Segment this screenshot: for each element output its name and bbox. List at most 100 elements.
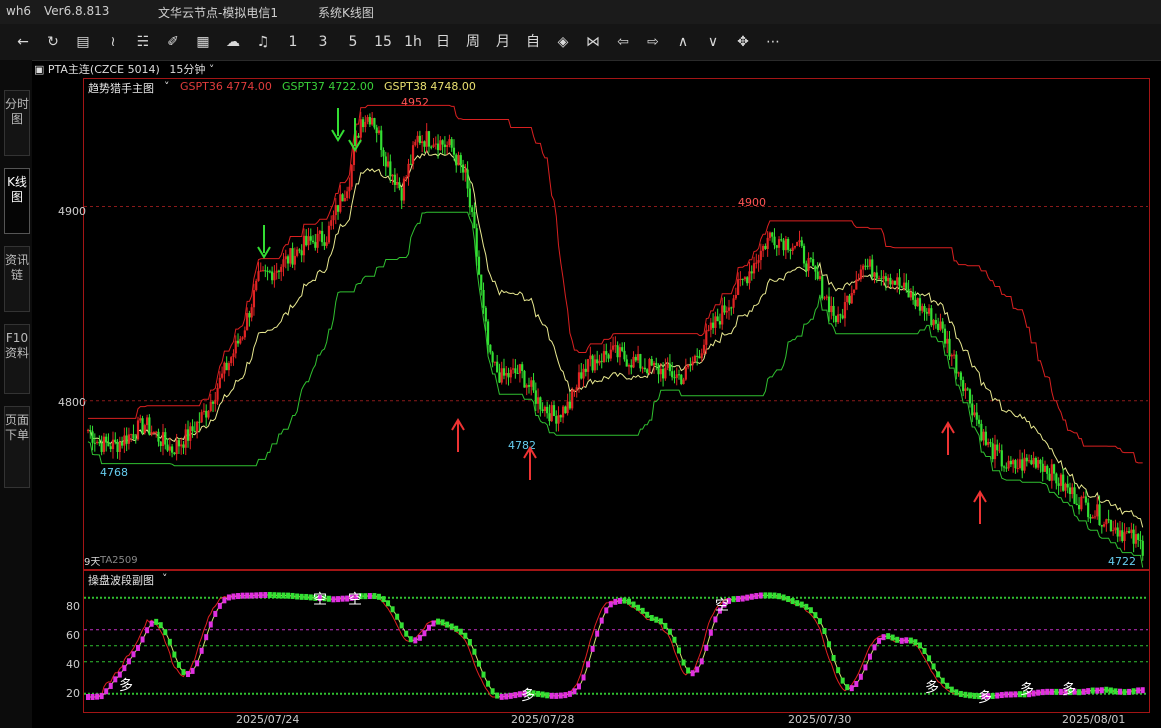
candle-body [361,119,365,128]
osc-block [186,671,191,678]
osc-block [481,671,486,678]
osc-block [913,639,918,646]
candle-body [1134,534,1138,544]
candle-body [300,250,303,256]
osc-block [563,692,568,699]
candle-body [912,292,915,300]
osc-block [754,593,759,600]
osc-block [404,630,409,637]
candle-body [1107,519,1110,521]
signal-label: 多 [925,679,939,696]
osc-block [490,688,495,695]
osc-block [376,593,381,600]
candle-body [380,130,383,151]
candle-body [557,415,560,424]
candle-body [1080,496,1083,510]
candle-body [611,345,615,350]
candle-body [1043,465,1047,472]
osc-block [877,637,882,644]
candle-body [591,355,594,371]
candle-body [752,263,756,274]
candle-body [759,250,762,261]
osc-block [667,628,672,635]
candle-body [998,450,1001,452]
candle-body [398,182,401,189]
candle-body [768,232,772,238]
candle-body [661,368,665,379]
candle-body [523,370,526,388]
candle-body [816,271,819,279]
candle-body [1105,519,1108,525]
candle-body [159,441,162,446]
candle-body [1116,527,1119,537]
candle-body [1012,460,1015,465]
candle-body [1052,464,1056,474]
candle-body [493,361,496,363]
kline-chart[interactable]: 多空 空多空多多多多 [0,0,1161,728]
candle-body [1127,531,1131,533]
osc-block [276,592,281,599]
osc-block [813,612,818,619]
candle-body [436,143,440,151]
osc-block [836,667,841,674]
candle-body [471,207,474,213]
candle-body [1039,460,1042,464]
osc-block [622,597,627,604]
candle-body [771,232,774,237]
osc-block [290,592,295,599]
candle-body [157,431,160,442]
candle-body [798,240,801,243]
candle-body [973,412,976,416]
candle-body [1114,527,1117,531]
candle-body [468,188,471,208]
candle-body [541,409,544,412]
candle-body [909,292,912,298]
candle-body [223,362,226,374]
candle-body [368,117,371,125]
osc-block [154,618,159,625]
osc-block [849,685,854,692]
osc-block [549,692,554,699]
candle-body [150,432,153,435]
candle-body [1064,483,1067,491]
candle-body [980,423,983,441]
candle-body [1023,457,1026,471]
candle-body [787,239,790,250]
candle-body [636,354,640,361]
osc-block [304,593,309,600]
candle-body [1084,496,1087,503]
osc-block [604,607,609,614]
candle-body [191,426,194,431]
candle-body [366,117,369,122]
candle-body [657,365,660,375]
candle-body [225,362,228,371]
candle-body [737,279,740,295]
osc-block [881,634,886,641]
candle-body [739,278,742,280]
osc-block [431,620,436,627]
candle-body [289,248,292,264]
candle-body [280,266,283,272]
osc-block [422,630,427,637]
candle-body [139,418,142,421]
osc-block [704,644,709,651]
candle-body [268,271,271,273]
candle-body [580,372,583,379]
candle-body [434,143,437,145]
signal-label: 空 [348,592,362,608]
candle-body [873,272,876,277]
candle-body [152,431,156,433]
osc-block [745,594,750,601]
candle-body [261,270,265,272]
candle-body [500,368,503,383]
osc-block [440,619,445,626]
candle-body [402,178,406,201]
candle-body [957,372,960,374]
candle-body [1096,504,1099,517]
candle-body [105,436,108,443]
candle-body [666,363,669,368]
signal-label: 多 [978,689,992,706]
candle-body [573,389,576,391]
gspt36-line [88,104,1143,464]
osc-block [495,692,500,699]
